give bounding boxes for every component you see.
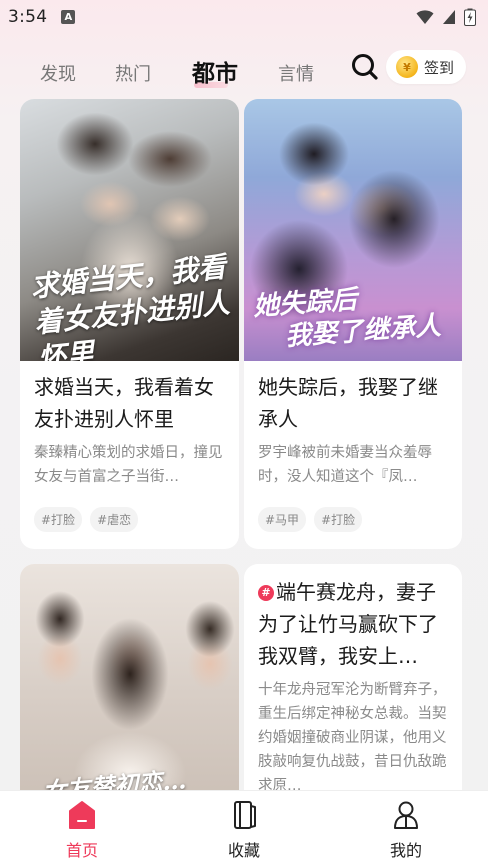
notification-icon: A — [61, 10, 76, 24]
nav-home[interactable]: 首页 — [37, 799, 127, 861]
tag[interactable]: #打脸 — [34, 507, 83, 532]
cover-title-art: 求婚当天，我看着女友扑进别人怀里 — [29, 250, 232, 361]
hashtag-badge-icon: # — [258, 585, 274, 601]
home-icon — [69, 801, 95, 829]
book-card[interactable]: 女友替初恋… — [20, 564, 239, 824]
nav-profile[interactable]: 我的 — [361, 799, 451, 861]
tag[interactable]: #虐恋 — [90, 507, 139, 532]
signin-button[interactable]: ¥ 签到 — [386, 50, 466, 84]
book-cover: 求婚当天，我看着女友扑进别人怀里 — [20, 99, 239, 361]
book-description: 十年龙舟冠军沦为断臂弃子，重生后绑定神秘女总裁。当契约婚姻撞破商业阴谋，他用义肢… — [258, 682, 447, 794]
nav-label: 首页 — [65, 841, 98, 860]
book-title-text: 端午赛龙舟，妻子为了让竹马赢砍下了我双臂，我安上… — [258, 580, 438, 668]
nav-label: 收藏 — [227, 841, 260, 860]
category-tabs: 发现 热门 都市 言情 ¥ 签到 — [0, 42, 488, 100]
book-title: 她失踪后，我娶了继承人 — [258, 375, 438, 431]
bottom-navigation: 首页 收藏 我的 — [0, 790, 488, 867]
cover-title-art: 她失踪后 我娶了继承人 — [252, 277, 461, 355]
bookshelf-icon — [234, 801, 256, 829]
search-icon[interactable] — [350, 52, 380, 82]
book-tags: #马甲 #打脸 — [258, 507, 363, 532]
nav-collection[interactable]: 收藏 — [199, 799, 289, 861]
book-tags: #打脸 #虐恋 — [34, 507, 139, 532]
wifi-icon — [416, 10, 434, 24]
tag[interactable]: #马甲 — [258, 507, 307, 532]
book-card[interactable]: 她失踪后 我娶了继承人 她失踪后，我娶了继承人 罗宇峰被前未婚妻当众羞辱时，没人… — [244, 99, 462, 549]
nav-label: 我的 — [389, 841, 422, 860]
book-description: 罗宇峰被前未婚妻当众羞辱时，没人知道这个『凤… — [258, 445, 432, 485]
book-card[interactable]: # 端午赛龙舟，妻子为了让竹马赢砍下了我双臂，我安上… 十年龙舟冠军沦为断臂弃子，… — [244, 564, 462, 824]
book-cover: 她失踪后 我娶了继承人 — [244, 99, 462, 361]
tab-urban[interactable]: 都市 — [192, 54, 238, 88]
book-cover: 女友替初恋… — [20, 564, 239, 824]
status-time: 3:54 — [8, 7, 48, 27]
tab-discover[interactable]: 发现 — [40, 60, 76, 86]
battery-icon — [464, 8, 476, 26]
book-title: # 端午赛龙舟，妻子为了让竹马赢砍下了我双臂，我安上… — [258, 576, 452, 672]
tab-hot[interactable]: 热门 — [115, 60, 151, 86]
signin-label: 签到 — [424, 58, 455, 77]
tag[interactable]: #打脸 — [314, 507, 363, 532]
profile-icon — [394, 801, 418, 829]
book-card[interactable]: 求婚当天，我看着女友扑进别人怀里 求婚当天，我看着女友扑进别人怀里 秦臻精心策划… — [20, 99, 239, 549]
status-bar: 3:54 A — [0, 0, 488, 34]
tab-romance[interactable]: 言情 — [278, 60, 314, 86]
book-title: 求婚当天，我看着女友扑进别人怀里 — [34, 375, 214, 431]
coin-icon: ¥ — [396, 56, 418, 78]
signal-icon — [443, 10, 455, 24]
book-description: 秦臻精心策划的求婚日，撞见女友与首富之子当街… — [34, 445, 223, 485]
